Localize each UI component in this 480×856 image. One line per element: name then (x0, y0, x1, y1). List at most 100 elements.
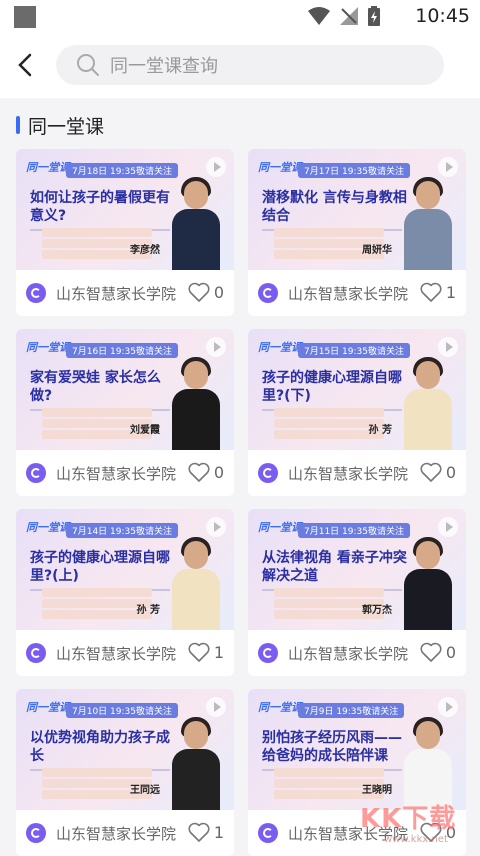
speaker-name: 王同远 (130, 785, 160, 796)
notification-icon (14, 6, 36, 28)
speaker-name: 孙 芳 (136, 605, 160, 616)
course-title: 从法律视角 看亲子冲突解决之道 (262, 550, 407, 584)
course-title: 孩子的健康心理源自哪里?(上) (30, 550, 170, 584)
speaker-photo (168, 535, 224, 630)
course-title: 别怕孩子经历风雨——给爸妈的成长陪伴课 (262, 730, 402, 764)
course-title: 以优势视角助力孩子成长 (30, 730, 170, 764)
like-button[interactable]: 1 (188, 822, 224, 842)
like-button[interactable]: 0 (188, 282, 224, 302)
search-icon (77, 54, 99, 76)
course-date: 7月10日 19:35敬请关注 (66, 703, 178, 718)
course-date: 7月9日 19:35敬请关注 (298, 703, 405, 718)
org-name: 山东智慧家长学院 (288, 284, 409, 303)
course-title: 潜移默化 言传与身教相结合 (262, 190, 407, 224)
heart-icon (188, 462, 210, 482)
course-meta: 山东智慧家长学院 0 (248, 630, 466, 676)
course-thumbnail: 同一堂课 7月17日 19:35敬请关注 潜移默化 言传与身教相结合 周妍华 (248, 149, 466, 270)
org-avatar-icon (26, 283, 46, 303)
org-name: 山东智慧家长学院 (56, 284, 177, 303)
course-card[interactable]: 同一堂课 7月11日 19:35敬请关注 从法律视角 看亲子冲突解决之道 郭万杰… (248, 509, 466, 676)
watermark-logo: KK下载 (360, 804, 457, 834)
course-thumbnail: 同一堂课 7月14日 19:35敬请关注 孩子的健康心理源自哪里?(上) 孙 芳 (16, 509, 234, 630)
play-icon[interactable] (438, 337, 458, 357)
course-meta: 山东智慧家长学院 0 (16, 450, 234, 496)
search-input[interactable]: 同一堂课查询 (56, 45, 444, 85)
speaker-name: 王晓明 (362, 785, 392, 796)
books-illustration (42, 588, 152, 622)
org-name: 山东智慧家长学院 (288, 464, 409, 483)
program-logo: 同一堂课 (258, 161, 302, 174)
org-name: 山东智慧家长学院 (56, 464, 177, 483)
status-bar: 10:45 (0, 0, 480, 32)
site-watermark: KK下载 www.kkx.net (356, 798, 476, 850)
course-card[interactable]: 同一堂课 7月18日 19:35敬请关注 如何让孩子的暑假更有意义? 李彦然 山… (16, 149, 234, 316)
program-logo: 同一堂课 (26, 521, 70, 534)
like-button[interactable]: 0 (188, 462, 224, 482)
course-date: 7月18日 19:35敬请关注 (66, 163, 178, 178)
play-icon[interactable] (438, 517, 458, 537)
speaker-photo (168, 175, 224, 270)
speaker-photo (400, 715, 456, 810)
heart-icon (420, 642, 442, 662)
org-name: 山东智慧家长学院 (56, 824, 177, 843)
play-icon[interactable] (206, 517, 226, 537)
like-button[interactable]: 0 (420, 642, 456, 662)
course-date: 7月14日 19:35敬请关注 (66, 523, 178, 538)
battery-icon (368, 6, 380, 26)
play-icon[interactable] (206, 337, 226, 357)
course-meta: 山东智慧家长学院 0 (248, 450, 466, 496)
course-card[interactable]: 同一堂课 7月15日 19:35敬请关注 孩子的健康心理源自哪里?(下) 孙 芳… (248, 329, 466, 496)
course-card[interactable]: 同一堂课 7月16日 19:35敬请关注 家有爱哭娃 家长怎么做? 刘爱霞 山东… (16, 329, 234, 496)
speaker-photo (400, 355, 456, 450)
clock: 10:45 (415, 5, 470, 27)
play-icon[interactable] (438, 697, 458, 717)
course-card[interactable]: 同一堂课 7月14日 19:35敬请关注 孩子的健康心理源自哪里?(上) 孙 芳… (16, 509, 234, 676)
program-logo: 同一堂课 (258, 341, 302, 354)
like-count: 1 (213, 822, 224, 842)
speaker-name: 刘爱霞 (130, 425, 160, 436)
watermark-url: www.kkx.net (384, 834, 448, 845)
books-illustration (274, 408, 384, 442)
back-icon[interactable] (14, 50, 38, 80)
course-thumbnail: 同一堂课 7月16日 19:35敬请关注 家有爱哭娃 家长怎么做? 刘爱霞 (16, 329, 234, 450)
program-logo: 同一堂课 (26, 341, 70, 354)
speaker-name: 周妍华 (362, 245, 392, 256)
search-placeholder: 同一堂课查询 (110, 56, 218, 77)
play-icon[interactable] (206, 157, 226, 177)
play-icon[interactable] (206, 697, 226, 717)
heart-icon (420, 282, 442, 302)
speaker-photo (168, 355, 224, 450)
like-count: 0 (445, 642, 456, 662)
speaker-photo (168, 715, 224, 810)
like-button[interactable]: 0 (420, 462, 456, 482)
org-avatar-icon (258, 643, 278, 663)
like-count: 0 (445, 462, 456, 482)
speaker-photo (400, 535, 456, 630)
org-avatar-icon (258, 463, 278, 483)
like-count: 0 (213, 462, 224, 482)
heart-icon (188, 642, 210, 662)
header: 同一堂课查询 (0, 32, 480, 98)
course-card[interactable]: 同一堂课 7月17日 19:35敬请关注 潜移默化 言传与身教相结合 周妍华 山… (248, 149, 466, 316)
course-date: 7月15日 19:35敬请关注 (298, 343, 410, 358)
course-title: 孩子的健康心理源自哪里?(下) (262, 370, 402, 404)
org-avatar-icon (26, 643, 46, 663)
like-button[interactable]: 1 (188, 642, 224, 662)
course-date: 7月16日 19:35敬请关注 (66, 343, 178, 358)
like-button[interactable]: 1 (420, 282, 456, 302)
course-meta: 山东智慧家长学院 1 (16, 630, 234, 676)
no-signal-icon (340, 7, 358, 25)
course-thumbnail: 同一堂课 7月15日 19:35敬请关注 孩子的健康心理源自哪里?(下) 孙 芳 (248, 329, 466, 450)
speaker-name: 孙 芳 (368, 425, 392, 436)
like-count: 1 (445, 282, 456, 302)
course-thumbnail: 同一堂课 7月10日 19:35敬请关注 以优势视角助力孩子成长 王同远 (16, 689, 234, 810)
course-thumbnail: 同一堂课 7月9日 19:35敬请关注 别怕孩子经历风雨——给爸妈的成长陪伴课 … (248, 689, 466, 810)
heart-icon (188, 282, 210, 302)
like-count: 1 (213, 642, 224, 662)
org-avatar-icon (258, 823, 278, 843)
program-logo: 同一堂课 (26, 701, 70, 714)
course-card[interactable]: 同一堂课 7月10日 19:35敬请关注 以优势视角助力孩子成长 王同远 山东智… (16, 689, 234, 856)
course-thumbnail: 同一堂课 7月18日 19:35敬请关注 如何让孩子的暑假更有意义? 李彦然 (16, 149, 234, 270)
play-icon[interactable] (438, 157, 458, 177)
program-logo: 同一堂课 (258, 701, 302, 714)
